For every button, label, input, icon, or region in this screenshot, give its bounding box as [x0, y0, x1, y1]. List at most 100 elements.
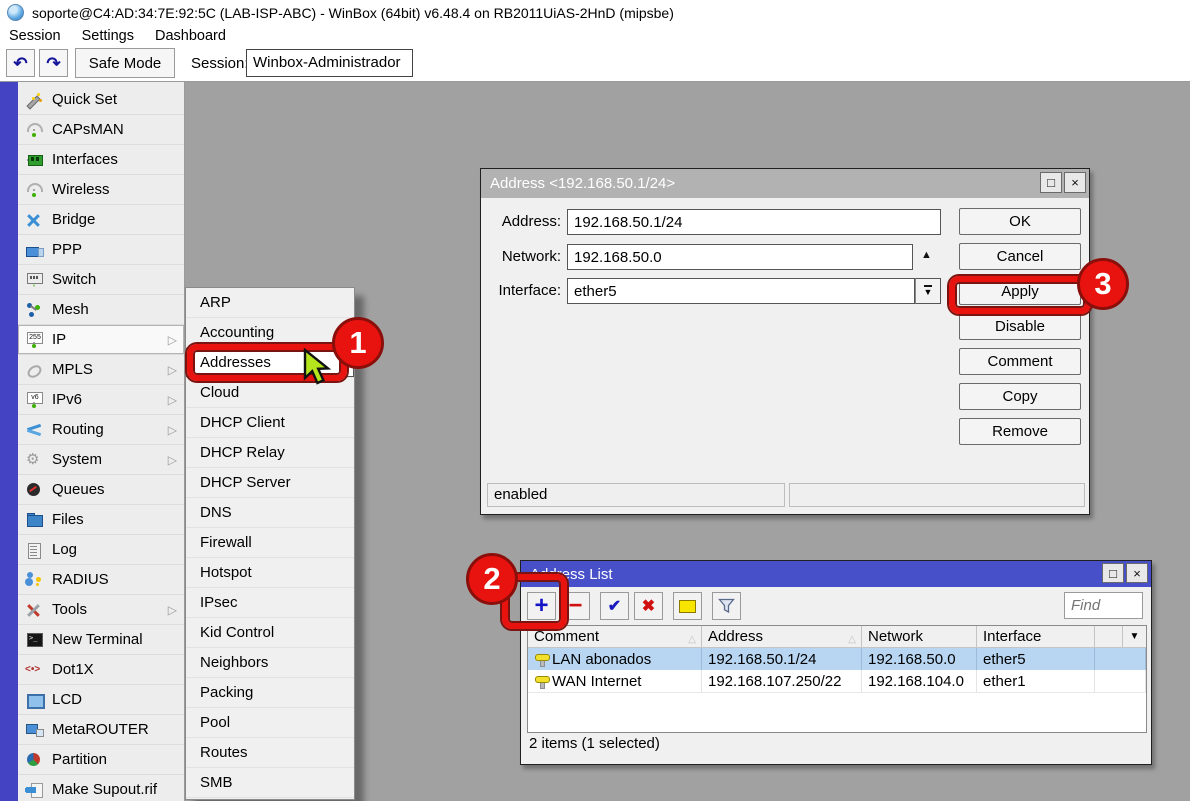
- submenu-item-kid-control[interactable]: Kid Control: [186, 618, 354, 648]
- sidebar-item-metarouter[interactable]: MetaROUTER: [18, 715, 184, 745]
- menu-dashboard[interactable]: Dashboard: [146, 26, 238, 46]
- sidebar-item-quick-set[interactable]: Quick Set: [18, 85, 184, 115]
- copy-button[interactable]: Copy: [959, 383, 1081, 410]
- sidebar-item-routing[interactable]: Routing▷: [18, 415, 184, 445]
- address-list-status: 2 items (1 selected): [527, 732, 1147, 756]
- address-list-window: Address List □ × + − ✔ ✖ Comment△ Addres…: [520, 560, 1152, 765]
- sidebar-item-bridge[interactable]: Bridge: [18, 205, 184, 235]
- column-header-comment[interactable]: Comment△: [528, 626, 702, 648]
- redo-icon: ↷: [46, 55, 60, 72]
- sidebar-item-dot1x[interactable]: Dot1X: [18, 655, 184, 685]
- sidebar-item-ip[interactable]: IP▷: [18, 325, 184, 355]
- folder-icon: [25, 512, 43, 528]
- submenu-item-smb[interactable]: SMB: [186, 768, 354, 798]
- sidebar-item-system[interactable]: System▷: [18, 445, 184, 475]
- gear-icon: [25, 452, 43, 468]
- terminal-icon: [25, 632, 43, 648]
- submenu-item-dhcp-client[interactable]: DHCP Client: [186, 408, 354, 438]
- interface-dropdown-button[interactable]: ▼: [915, 278, 941, 304]
- remove-button[interactable]: Remove: [959, 418, 1081, 445]
- comment-cell: WAN Internet: [528, 670, 702, 692]
- sidebar-item-make-supout[interactable]: Make Supout.rif: [18, 775, 184, 801]
- annotation-circle-step3: 3: [1077, 258, 1129, 310]
- maximize-icon[interactable]: □: [1102, 563, 1124, 583]
- network-cell: 192.168.104.0: [862, 670, 977, 692]
- address-cell: 192.168.50.1/24: [702, 648, 862, 670]
- address-field-label: Address:: [481, 209, 561, 235]
- sidebar-accent-strip: [0, 82, 18, 801]
- sidebar-item-ipv6[interactable]: IPv6▷: [18, 385, 184, 415]
- interface-input[interactable]: [567, 278, 915, 304]
- disable-item-button[interactable]: ✖: [634, 592, 663, 620]
- disable-button[interactable]: Disable: [959, 313, 1081, 340]
- maximize-icon[interactable]: □: [1040, 172, 1062, 193]
- column-header-address[interactable]: Address△: [702, 626, 862, 648]
- sidebar-item-capsman[interactable]: CAPsMAN: [18, 115, 184, 145]
- menu-settings[interactable]: Settings: [73, 26, 146, 46]
- ok-button[interactable]: OK: [959, 208, 1081, 235]
- winbox-logo-icon: [7, 4, 24, 21]
- sidebar-item-lcd[interactable]: LCD: [18, 685, 184, 715]
- submenu-item-arp[interactable]: ARP: [186, 288, 354, 318]
- user-key-icon: [25, 572, 43, 588]
- submenu-arrow-icon: ▷: [168, 333, 177, 347]
- submenu-item-dns[interactable]: DNS: [186, 498, 354, 528]
- address-dialog: Address <192.168.50.1/24> □ × Address: N…: [480, 168, 1090, 515]
- submenu-item-dhcp-relay[interactable]: DHCP Relay: [186, 438, 354, 468]
- cancel-button[interactable]: Cancel: [959, 243, 1081, 270]
- submenu-item-routes[interactable]: Routes: [186, 738, 354, 768]
- antenna-icon: [25, 182, 43, 198]
- redo-button[interactable]: ↷: [39, 49, 68, 77]
- sidebar-item-interfaces[interactable]: Interfaces: [18, 145, 184, 175]
- comment-cell: LAN abonados: [528, 648, 702, 670]
- table-row[interactable]: WAN Internet 192.168.107.250/22 192.168.…: [528, 670, 1146, 693]
- column-header-network[interactable]: Network: [862, 626, 977, 648]
- find-input[interactable]: [1064, 592, 1143, 619]
- comment-item-button[interactable]: [673, 592, 702, 620]
- app-title: soporte@C4:AD:34:7E:92:5C (LAB-ISP-ABC) …: [32, 5, 674, 21]
- sidebar-item-tools[interactable]: Tools▷: [18, 595, 184, 625]
- submenu-item-dhcp-server[interactable]: DHCP Server: [186, 468, 354, 498]
- safe-mode-button[interactable]: Safe Mode: [75, 48, 175, 78]
- sidebar-item-wireless[interactable]: Wireless: [18, 175, 184, 205]
- submenu-arrow-icon: ▷: [168, 603, 177, 617]
- menu-session[interactable]: Session: [0, 26, 73, 46]
- sidebar-item-files[interactable]: Files: [18, 505, 184, 535]
- funnel-icon: [718, 598, 735, 614]
- annotation-circle-step2: 2: [466, 553, 518, 605]
- submenu-item-firewall[interactable]: Firewall: [186, 528, 354, 558]
- sidebar-item-switch[interactable]: Switch: [18, 265, 184, 295]
- session-label: Session:: [191, 55, 249, 72]
- enable-button[interactable]: ✔: [600, 592, 629, 620]
- sidebar-item-new-terminal[interactable]: New Terminal: [18, 625, 184, 655]
- switch-icon: [25, 272, 43, 288]
- dropdown-arrow-icon: ▼: [924, 285, 933, 297]
- table-row[interactable]: LAN abonados 192.168.50.1/24 192.168.50.…: [528, 648, 1146, 670]
- filter-button[interactable]: [712, 592, 741, 620]
- address-input[interactable]: [567, 209, 941, 235]
- collapse-arrow-icon[interactable]: ▲: [921, 249, 932, 261]
- sidebar-item-partition[interactable]: Partition: [18, 745, 184, 775]
- sidebar-item-radius[interactable]: RADIUS: [18, 565, 184, 595]
- wand-icon: [25, 92, 43, 108]
- session-value-field[interactable]: Winbox-Administrador: [246, 49, 413, 77]
- column-header-interface[interactable]: Interface: [977, 626, 1095, 648]
- column-selector-button[interactable]: ▼: [1122, 626, 1146, 648]
- winbox-app: { "colors": { "annotation_red": "#E8120F…: [0, 0, 1190, 801]
- network-input[interactable]: [567, 244, 913, 270]
- sidebar-item-ppp[interactable]: PPP: [18, 235, 184, 265]
- submenu-item-neighbors[interactable]: Neighbors: [186, 648, 354, 678]
- close-icon[interactable]: ×: [1064, 172, 1086, 193]
- submenu-item-hotspot[interactable]: Hotspot: [186, 558, 354, 588]
- sidebar-item-queues[interactable]: Queues: [18, 475, 184, 505]
- interface-cell: ether1: [977, 670, 1095, 692]
- submenu-item-packing[interactable]: Packing: [186, 678, 354, 708]
- close-icon[interactable]: ×: [1126, 563, 1148, 583]
- sidebar-item-mesh[interactable]: Mesh: [18, 295, 184, 325]
- submenu-item-pool[interactable]: Pool: [186, 708, 354, 738]
- sidebar-item-log[interactable]: Log: [18, 535, 184, 565]
- undo-button[interactable]: ↶: [6, 49, 35, 77]
- comment-button[interactable]: Comment: [959, 348, 1081, 375]
- submenu-item-ipsec[interactable]: IPsec: [186, 588, 354, 618]
- sidebar-item-mpls[interactable]: MPLS▷: [18, 355, 184, 385]
